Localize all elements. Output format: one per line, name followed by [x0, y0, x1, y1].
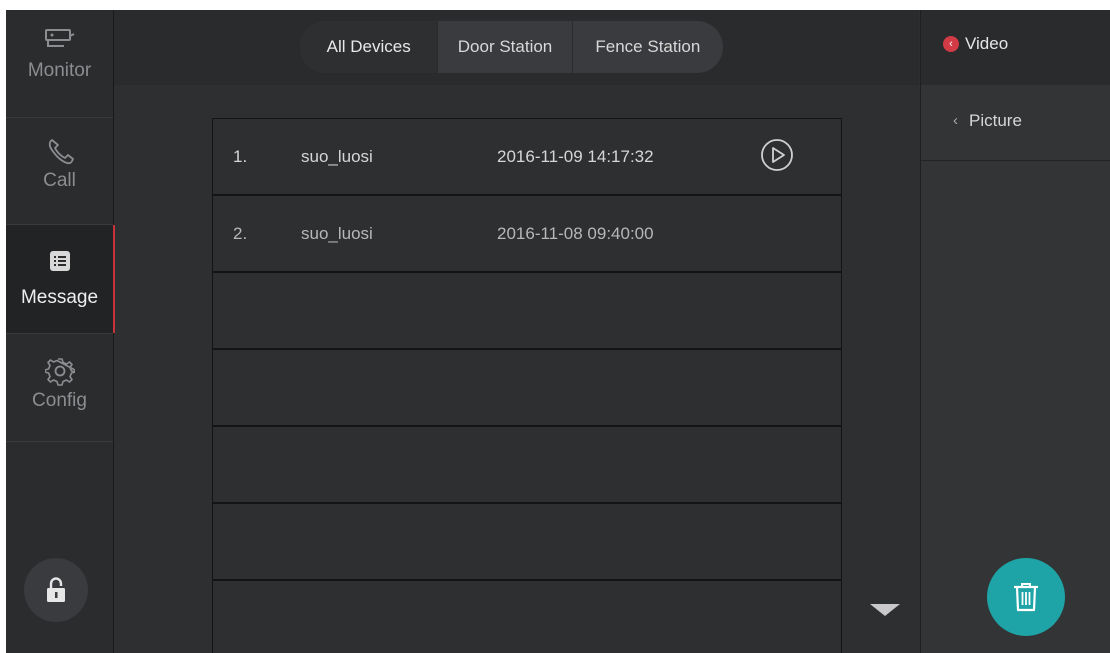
message-sender: suo_luosi — [301, 224, 373, 243]
divider — [6, 333, 113, 334]
top-bar: All Devices Door Station Fence Station — [114, 10, 919, 85]
message-time: 2016-11-09 14:17:32 — [497, 147, 654, 166]
device-filter-tabs: All Devices Door Station Fence Station — [300, 21, 723, 73]
scroll-down-arrow-icon[interactable] — [870, 604, 900, 616]
empty-row — [213, 273, 841, 350]
tab-door-station[interactable]: Door Station — [438, 21, 573, 73]
message-time: 2016-11-08 09:40:00 — [497, 224, 654, 243]
picture-label: Picture — [969, 111, 1022, 130]
sidebar-item-label: Message — [20, 287, 99, 308]
divider — [6, 117, 113, 118]
message-list: 1. suo_luosi 2016-11-09 14:17:32 2. suo_… — [212, 118, 842, 653]
trash-icon — [1014, 583, 1038, 612]
list-item[interactable]: 1. suo_luosi 2016-11-09 14:17:32 — [213, 119, 841, 196]
sidebar-item-config[interactable]: Config — [6, 356, 113, 441]
video-category[interactable]: ‹ Video — [921, 10, 1110, 85]
play-icon[interactable] — [759, 137, 795, 173]
sidebar-item-label: Monitor — [27, 60, 92, 81]
app-window: Monitor Call Message Config All Devices … — [6, 10, 1110, 653]
list-item[interactable]: 2. suo_luosi 2016-11-08 09:40:00 — [213, 196, 841, 273]
tab-all-devices[interactable]: All Devices — [300, 21, 439, 73]
chevron-left-icon: ‹ — [953, 112, 958, 129]
camera-icon — [44, 29, 74, 47]
sidebar-item-monitor[interactable]: Monitor — [6, 26, 113, 116]
sidebar-item-call[interactable]: Call — [6, 136, 113, 226]
sidebar-item-message[interactable]: Message — [6, 225, 115, 333]
message-index: 2. — [233, 224, 248, 243]
sidebar: Monitor Call Message Config — [6, 10, 115, 653]
gear-icon — [44, 358, 75, 386]
message-sender: suo_luosi — [301, 147, 373, 166]
right-panel: ‹ Video ‹ Picture — [920, 10, 1110, 653]
tab-fence-station[interactable]: Fence Station — [573, 21, 723, 73]
divider — [6, 441, 113, 442]
empty-row — [213, 581, 841, 653]
message-index: 1. — [233, 147, 248, 166]
sidebar-item-label: Call — [43, 170, 76, 191]
picture-category[interactable]: ‹ Picture — [921, 85, 1110, 161]
empty-row — [213, 504, 841, 581]
lock-button[interactable] — [24, 558, 88, 622]
empty-row — [213, 427, 841, 504]
empty-row — [213, 350, 841, 427]
message-list-icon — [49, 251, 70, 271]
video-label: Video — [965, 34, 1009, 53]
delete-button[interactable] — [987, 558, 1065, 636]
phone-icon — [48, 139, 74, 165]
sidebar-item-label: Config — [32, 390, 87, 411]
chevron-left-icon: ‹ — [943, 36, 959, 52]
lock-icon — [47, 577, 65, 602]
